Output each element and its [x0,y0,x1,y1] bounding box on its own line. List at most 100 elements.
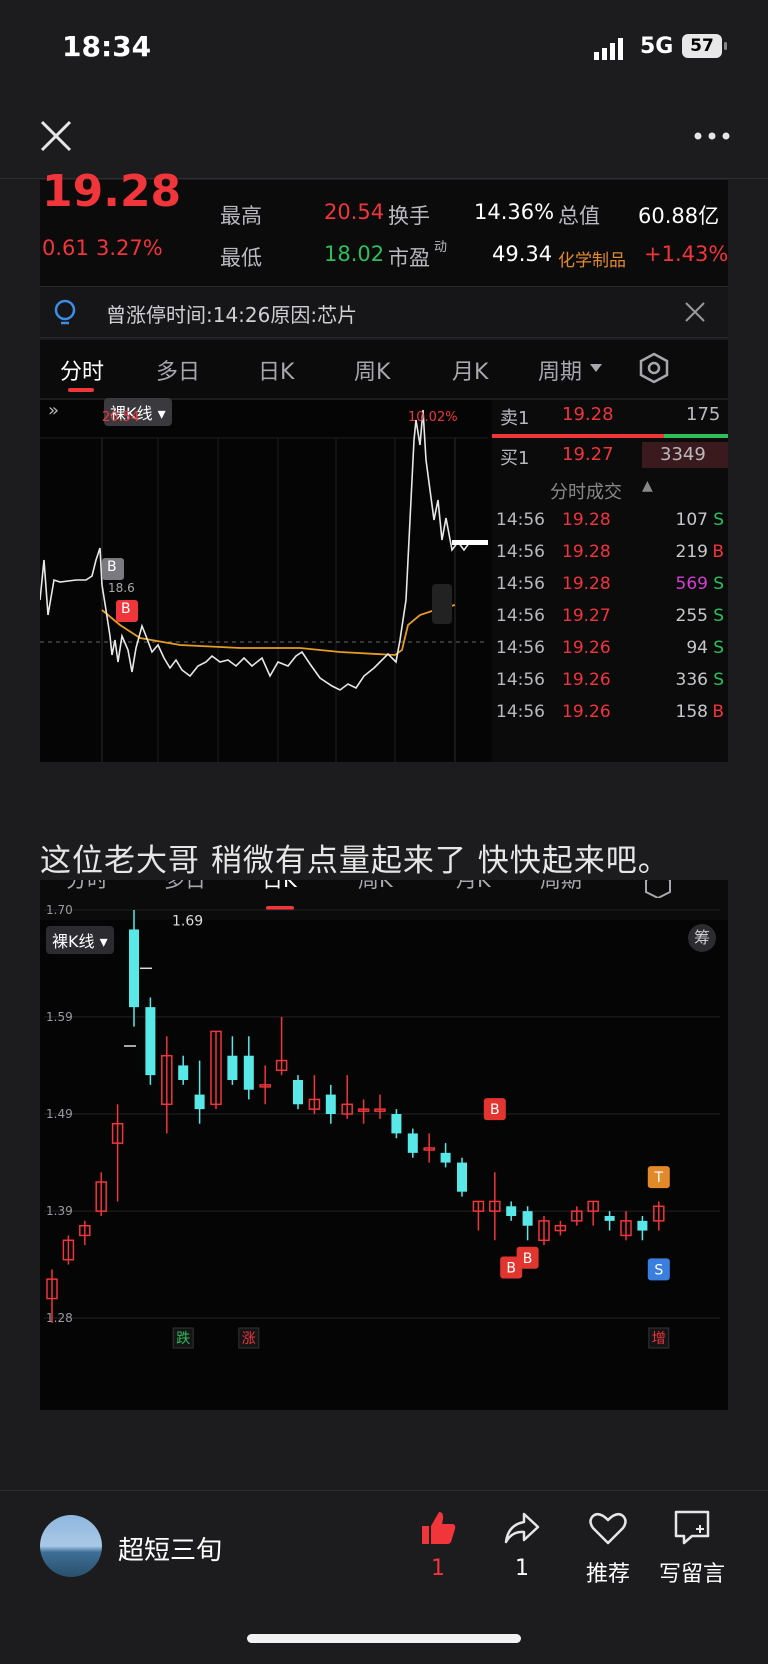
buy-marker-text: B [523,1251,533,1267]
limit-up-notice[interactable]: 曾涨停时间:14:26原因:芯片 [40,286,728,338]
trade-time: 14:56 [496,702,545,722]
trade-side: B [712,702,724,722]
share-icon[interactable] [502,1508,542,1548]
intraday-high-label: 20.54 [102,410,140,425]
candle-body [194,1094,205,1110]
trade-row: 14:56 19.28 569 S [492,574,728,604]
sector-label[interactable]: 化学制品 [558,246,626,271]
sell-marker-text: S [654,1262,663,1278]
candle-body [129,929,139,1008]
lightbulb-icon [54,299,76,325]
heart-icon[interactable] [588,1510,628,1546]
candlestick-svg[interactable]: 1.701.591.491.391.281.69BBBTS跌涨增 [40,880,728,1410]
tab-monthly-k[interactable]: 月K [452,354,488,386]
chevron-down-icon [590,364,602,372]
depth-bar-green [664,434,728,438]
candle-body [637,1220,648,1231]
more-icon[interactable] [692,124,732,148]
event-tag-text: 涨 [242,1331,256,1347]
mcap-value: 60.88亿 [638,204,720,228]
trade-side: S [713,638,724,658]
price-change: 0.61 [42,236,89,260]
trade-time: 14:56 [496,510,545,530]
trade-vol: 158 [675,702,708,722]
trade-price: 19.26 [562,702,611,722]
like-count: 1 [431,1556,445,1581]
pe-value: 49.34 [492,242,553,266]
low-value: 18.02 [324,242,385,266]
post-text: 这位老大哥 稍微有点量起来了 快快起来吧。 [40,843,670,879]
sell1-vol: 175 [686,404,721,425]
tab-period[interactable]: 周期 [538,354,582,386]
take-profit-marker-text: T [654,1170,664,1186]
trade-price: 19.26 [562,638,611,658]
recommend-label[interactable]: 推荐 [563,1556,653,1588]
trade-row: 14:56 19.27 255 S [492,606,728,636]
close-icon[interactable] [36,116,76,156]
share-count: 1 [515,1556,529,1581]
username[interactable]: 超短三旬 [118,1530,222,1567]
y-tick-label: 1.70 [46,903,73,917]
trade-row: 14:56 19.26 158 B [492,702,728,732]
trade-time: 14:56 [496,542,545,562]
battery-tip [724,42,727,50]
tab-multiday[interactable]: 多日 [156,354,200,386]
intraday-mid-label: 18.6 [108,581,135,595]
settings-hexagon-icon[interactable] [638,352,670,384]
chevron-up-icon: ▲ [642,478,653,494]
trade-vol: 107 [675,510,708,530]
sector-pct: +1.43% [644,242,729,266]
collapse-icon[interactable]: » [48,400,59,421]
sell1-price: 19.28 [562,404,614,425]
buy1-label: 买1 [500,448,530,469]
buy-marker-text: B [490,1102,500,1118]
comment-label[interactable]: 写留言 [647,1556,737,1588]
turnover-label: 换手 [388,204,430,228]
network-type: 5G [640,34,674,59]
thumbs-up-icon[interactable] [418,1508,458,1548]
notice-text: 曾涨停时间:14:26原因:芯片 [106,303,358,327]
quote-panel: 19.28 0.61 3.27% 最高 20.54 最低 18.02 换手 14… [40,166,729,286]
candle-body [227,1055,238,1080]
candle-body [325,1094,336,1114]
trade-side: S [713,510,724,530]
price-change-pct: 3.27% [96,236,163,260]
high-value: 20.54 [324,200,385,224]
trade-side: S [713,606,724,626]
candle-body [145,1007,156,1076]
buy1-vol: 3349 [660,444,706,465]
trade-side: S [713,574,724,594]
trades-header[interactable]: 分时成交 [550,478,622,504]
home-indicator [247,1634,521,1643]
pe-label: 市盈 [388,246,430,270]
b-marker: B [121,601,131,617]
trade-row: 14:56 19.28 107 S [492,510,728,540]
last-price: 19.28 [42,166,182,217]
trade-time: 14:56 [496,670,545,690]
candle-body [522,1211,533,1226]
trade-side: S [713,670,724,690]
trade-price: 19.28 [562,542,611,562]
tab-weekly-k[interactable]: 周K [354,354,390,386]
trade-vol: 336 [675,670,708,690]
buy1-price: 19.27 [562,444,614,465]
intraday-chart: » 裸K线 ▾ 20.54 10.02% 18.6 B B 卖1 19.28 1… [40,398,728,762]
tab-daily-k[interactable]: 日K [258,354,294,386]
trade-time: 14:56 [496,574,545,594]
tab-intraday[interactable]: 分时 [60,354,104,386]
trade-vol: 255 [675,606,708,626]
tab-active-indicator [68,388,94,392]
trade-price: 19.28 [562,574,611,594]
candle-body [391,1114,402,1134]
event-tag-text: 增 [652,1331,666,1347]
status-bar: 18:34 5G 57 [0,0,768,100]
trade-price: 19.27 [562,606,611,626]
candle-body [293,1080,303,1105]
sell1-label: 卖1 [500,408,530,429]
b-marker: B [107,559,117,575]
notice-close-icon[interactable] [684,301,706,323]
trade-row: 14:56 19.26 94 S [492,638,728,668]
high-label: 最高 [220,204,262,228]
comment-icon[interactable] [672,1508,712,1548]
avatar[interactable] [40,1515,102,1577]
